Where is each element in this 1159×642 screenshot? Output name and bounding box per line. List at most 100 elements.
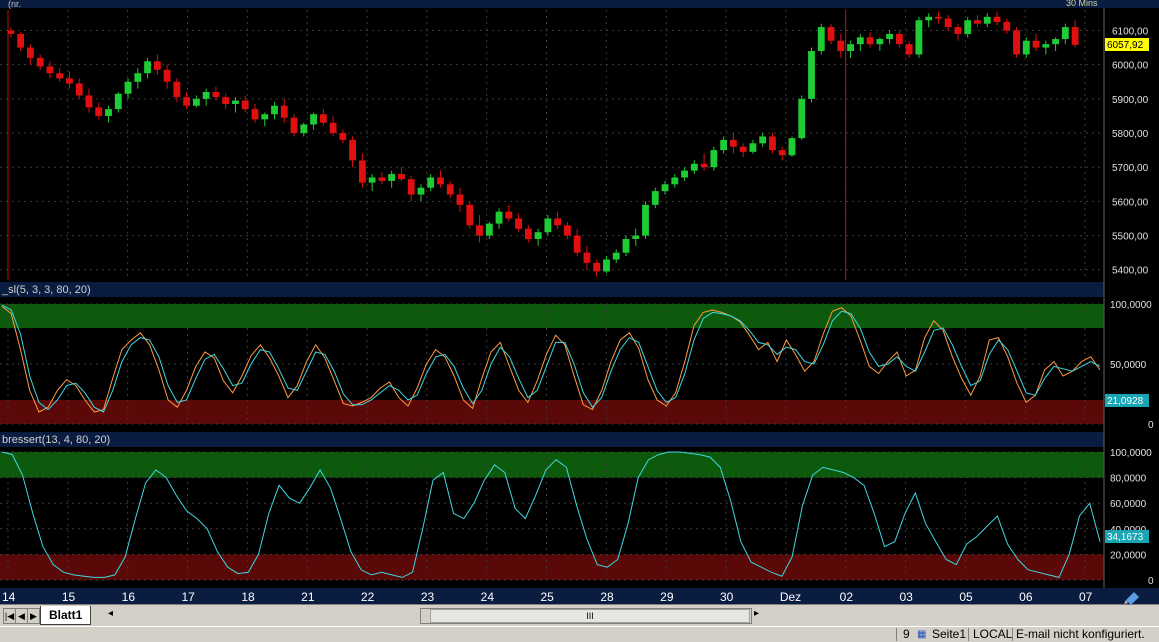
price-tick-label: 5700,00: [1112, 163, 1149, 174]
candle-body: [75, 83, 83, 96]
candle-body: [612, 252, 620, 260]
candle-body: [651, 191, 659, 205]
oversold-band: [0, 554, 1104, 580]
stochastic-current-tag: 21,0928: [1105, 394, 1149, 407]
status-bar: 9 ▦ Seite1 LOCAL E-mail nicht konfigurie…: [0, 626, 1159, 642]
candle-body: [671, 177, 679, 185]
x-tick-label: 25: [541, 590, 555, 604]
price-tick-label: 6000,00: [1112, 61, 1149, 72]
candle-body: [476, 225, 483, 236]
candle-body: [173, 81, 181, 98]
candle-body: [85, 95, 93, 108]
x-tick-label: 14: [2, 590, 16, 604]
candle-body: [983, 16, 991, 24]
candle-body: [583, 252, 591, 263]
candle-body: [398, 174, 405, 180]
candle-body: [466, 204, 474, 226]
candle-body: [925, 16, 933, 21]
candle-body: [749, 143, 757, 152]
candle-body: [144, 61, 151, 74]
candle-body: [212, 92, 220, 98]
x-tick-label: 29: [660, 590, 674, 604]
scroll-thumb[interactable]: III: [430, 609, 750, 623]
x-tick-label: 05: [959, 590, 973, 604]
candle-body: [495, 211, 503, 224]
candle-body: [358, 160, 366, 183]
x-tick-label: 21: [301, 590, 315, 604]
page-label: Seite1: [932, 627, 967, 641]
price-panel-title: (nr.: [8, 0, 21, 9]
candle-body: [837, 40, 845, 52]
price-current-tag: 6057,92: [1105, 38, 1149, 51]
mode-label: LOCAL: [973, 627, 1013, 641]
x-tick-label: 28: [600, 590, 614, 604]
x-tick-label: 24: [481, 590, 495, 604]
x-tick-label: Dez: [780, 590, 801, 604]
candle-body: [642, 204, 649, 236]
trading-chart: (nr. 30 Mins _sl(5, 3, 3, 80, 20) bresse…: [0, 0, 1159, 605]
candle-body: [1013, 30, 1020, 55]
candle-body: [271, 105, 278, 115]
candle-body: [114, 93, 122, 110]
candle-body: [954, 27, 962, 34]
next-sheet-button[interactable]: ▶: [27, 608, 40, 624]
candle-body: [310, 114, 317, 125]
candle-body: [1071, 27, 1079, 45]
sheet-bar: |◀ ◀ ▶ Blatt1 ◂ III ▸: [0, 604, 1159, 627]
candle-body: [105, 109, 112, 116]
candle-body: [778, 150, 786, 156]
candle-body: [378, 177, 386, 181]
candle-body: [905, 44, 913, 55]
sheet-tab[interactable]: Blatt1: [40, 606, 92, 625]
candle-body: [280, 105, 288, 118]
candle-body: [964, 20, 972, 34]
candle-body: [700, 163, 708, 168]
osc-tick-label: 100,0000: [1110, 448, 1152, 459]
candle-body: [974, 20, 981, 24]
candle-body: [456, 194, 464, 205]
candle-body: [261, 114, 269, 120]
price-tick-label: 5800,00: [1112, 129, 1149, 140]
candle-body: [681, 170, 688, 178]
candle-body: [485, 223, 493, 236]
candle-body: [661, 184, 669, 192]
candle-body: [437, 177, 444, 185]
candle-body: [183, 97, 191, 106]
x-tick-label: 06: [1019, 590, 1033, 604]
candle-body: [7, 30, 15, 34]
price-tick-label: 5400,00: [1112, 266, 1149, 277]
candle-body: [232, 100, 239, 104]
overbought-band: [0, 304, 1104, 328]
candle-body: [505, 211, 513, 219]
candle-body: [856, 37, 864, 45]
candle-body: [847, 44, 854, 52]
candle-body: [339, 133, 347, 140]
candle-body: [1032, 40, 1040, 48]
osc-tick-label: 60,0000: [1110, 499, 1147, 510]
candle-body: [1061, 27, 1069, 40]
candle-body: [202, 92, 210, 99]
candle-body: [788, 138, 796, 156]
candle-body: [300, 124, 308, 134]
candle-body: [866, 37, 874, 45]
candle-body: [56, 73, 64, 79]
scroll-right-icon[interactable]: ▸: [754, 608, 759, 619]
candle-body: [573, 235, 581, 253]
scroll-left-icon[interactable]: ◂: [108, 608, 113, 619]
x-tick-label: 07: [1079, 590, 1093, 604]
page-icon: ▦: [917, 629, 927, 640]
svg-text:34,1673: 34,1673: [1107, 532, 1144, 543]
candle-body: [1052, 39, 1060, 45]
x-tick-label: 22: [361, 590, 375, 604]
page-number: 9: [903, 627, 910, 641]
candle-body: [603, 259, 610, 272]
overbought-band: [0, 452, 1104, 478]
candle-body: [759, 136, 767, 144]
osc-tick-label: 0: [1148, 420, 1154, 431]
candle-body: [563, 225, 571, 236]
candle-body: [769, 136, 776, 151]
candle-body: [46, 66, 54, 74]
candle-body: [515, 218, 523, 229]
timeframe-label: 30 Mins: [1066, 0, 1098, 8]
candle-body: [1003, 21, 1011, 31]
